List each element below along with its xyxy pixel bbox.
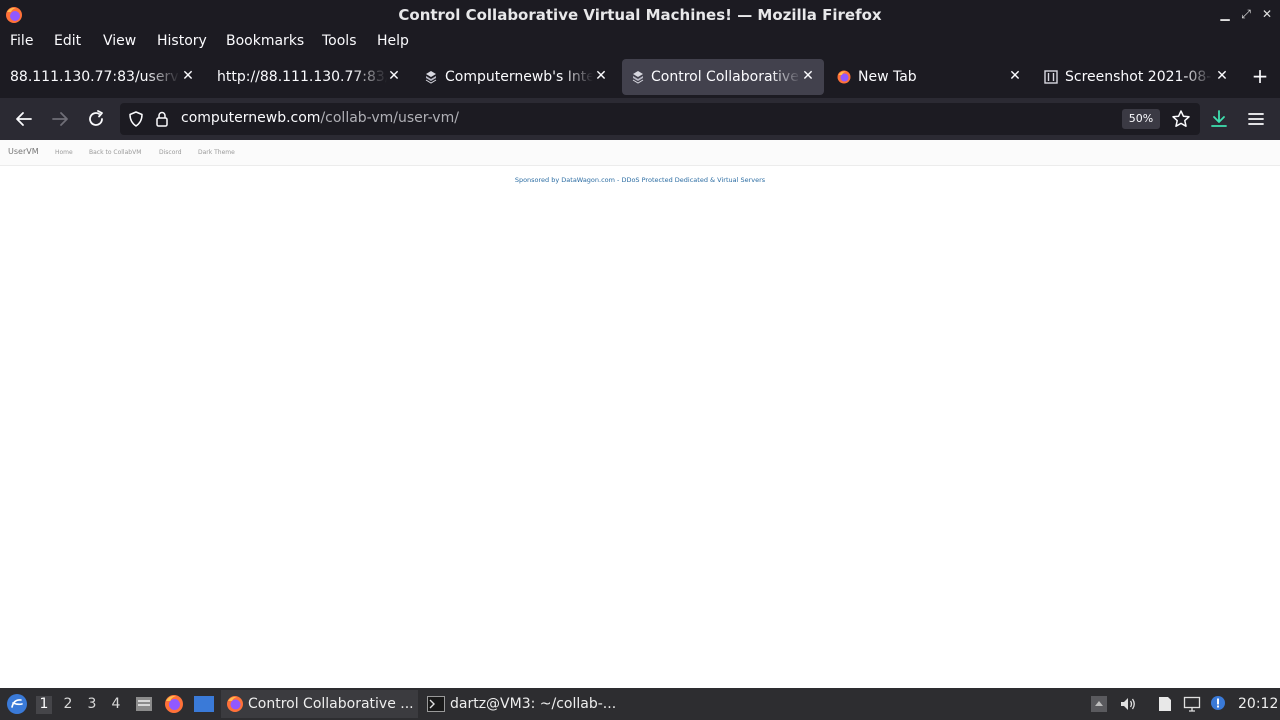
tab-close-icon[interactable]: ✕	[386, 68, 402, 84]
site-brand[interactable]: UserVM	[8, 147, 39, 156]
forward-arrow-icon[interactable]	[49, 108, 71, 130]
menu-file[interactable]: File	[10, 33, 33, 49]
download-icon[interactable]	[1208, 108, 1230, 130]
firefox-launcher-icon[interactable]	[164, 694, 184, 714]
tray-arrow-icon[interactable]	[1090, 695, 1108, 713]
tab-http-uservm[interactable]: http://88.111.130.77:83/u ✕	[208, 59, 410, 95]
notification-icon[interactable]	[1209, 695, 1227, 713]
nav-link-discord[interactable]: Discord	[159, 149, 182, 156]
volume-icon[interactable]	[1119, 695, 1137, 713]
tab-computernewb[interactable]: Computernewb's Interne ✕	[415, 59, 617, 95]
task-label: Control Collaborative ...	[248, 696, 414, 712]
show-desktop-icon[interactable]	[193, 694, 215, 714]
tab-label: http://88.111.130.77:83/u	[217, 69, 387, 85]
url-text[interactable]: computernewb.com/collab-vm/user-vm/	[181, 110, 459, 126]
minimize-button[interactable]: ▁	[1218, 7, 1232, 21]
menu-edit[interactable]: Edit	[54, 33, 81, 49]
nav-link-home[interactable]: Home	[55, 149, 73, 156]
tab-label: New Tab	[858, 69, 917, 85]
workspace-1[interactable]: 1	[36, 696, 52, 714]
tab-uservm[interactable]: 88.111.130.77:83/uservm ✕	[2, 59, 204, 95]
tab-close-icon[interactable]: ✕	[180, 68, 196, 84]
taskbar-task-firefox[interactable]: Control Collaborative ...	[221, 690, 418, 718]
site-logo-icon	[632, 71, 644, 84]
zoom-level-button[interactable]: 50%	[1122, 109, 1160, 129]
nav-link-dark-theme[interactable]: Dark Theme	[198, 149, 235, 156]
hamburger-menu-icon[interactable]	[1245, 108, 1267, 130]
tab-bar: 88.111.130.77:83/uservm ✕ http://88.111.…	[0, 56, 1280, 98]
firefox-icon	[837, 70, 851, 84]
clipboard-icon[interactable]	[1156, 695, 1174, 713]
firefox-icon	[227, 696, 243, 712]
tab-close-icon[interactable]: ✕	[1214, 68, 1230, 84]
shield-icon[interactable]	[127, 110, 145, 128]
network-icon[interactable]	[1183, 695, 1201, 713]
taskbar: 1 2 3 4 Control Collaborative ... dartz@…	[0, 688, 1280, 720]
image-file-icon	[1044, 70, 1058, 84]
workspace-2[interactable]: 2	[60, 696, 76, 714]
menu-bookmarks[interactable]: Bookmarks	[226, 33, 304, 49]
file-manager-icon[interactable]	[134, 694, 154, 714]
menu-bar: File Edit View History Bookmarks Tools H…	[0, 30, 1280, 56]
clock[interactable]: 20:12	[1238, 696, 1278, 712]
close-window-button[interactable]: ✕	[1260, 7, 1274, 21]
terminal-icon	[427, 696, 445, 712]
address-bar[interactable]: computernewb.com/collab-vm/user-vm/ 50%	[120, 103, 1200, 135]
new-tab-button[interactable]: +	[1250, 66, 1270, 86]
site-logo-icon	[425, 71, 437, 84]
lock-icon[interactable]	[154, 110, 170, 128]
sponsor-link[interactable]: Sponsored by DataWagon.com - DDoS Protec…	[0, 176, 1280, 184]
reload-icon[interactable]	[85, 108, 107, 130]
bookmark-star-icon[interactable]	[1171, 109, 1191, 129]
maximize-button[interactable]: ⤢	[1239, 7, 1253, 21]
tab-label: Screenshot 2021-08-2	[1065, 69, 1213, 85]
site-navbar: UserVM Home Back to CollabVM Discord Dar…	[0, 140, 1280, 166]
task-label: dartz@VM3: ~/collab-...	[450, 696, 617, 712]
tab-label: Computernewb's Interne	[445, 69, 593, 85]
tab-label: Control Collaborative V	[651, 69, 801, 85]
web-page-content: UserVM Home Back to CollabVM Discord Dar…	[0, 140, 1280, 688]
start-menu-icon[interactable]	[6, 693, 28, 715]
tab-screenshot[interactable]: Screenshot 2021-08-2 ✕	[1036, 59, 1238, 95]
menu-history[interactable]: History	[157, 33, 207, 49]
window-title: Control Collaborative Virtual Machines! …	[398, 6, 882, 24]
navigation-toolbar: computernewb.com/collab-vm/user-vm/ 50%	[0, 98, 1280, 140]
menu-tools[interactable]: Tools	[322, 33, 357, 49]
back-arrow-icon[interactable]	[13, 108, 35, 130]
tab-new-tab[interactable]: New Tab ✕	[829, 59, 1031, 95]
url-path: /collab-vm/user-vm/	[320, 110, 459, 126]
tab-label: 88.111.130.77:83/uservm	[10, 69, 180, 85]
tab-control-collaborative[interactable]: Control Collaborative V ✕	[622, 59, 824, 95]
workspace-4[interactable]: 4	[108, 696, 124, 714]
tab-close-icon[interactable]: ✕	[593, 68, 609, 84]
taskbar-task-terminal[interactable]: dartz@VM3: ~/collab-...	[421, 690, 621, 718]
nav-link-back-to-collabvm[interactable]: Back to CollabVM	[89, 149, 141, 156]
menu-view[interactable]: View	[103, 33, 136, 49]
window-titlebar: Control Collaborative Virtual Machines! …	[0, 0, 1280, 30]
url-host: computernewb.com	[181, 110, 321, 126]
workspace-3[interactable]: 3	[84, 696, 100, 714]
tab-close-icon[interactable]: ✕	[800, 68, 816, 84]
menu-help[interactable]: Help	[377, 33, 409, 49]
tab-close-icon[interactable]: ✕	[1007, 68, 1023, 84]
